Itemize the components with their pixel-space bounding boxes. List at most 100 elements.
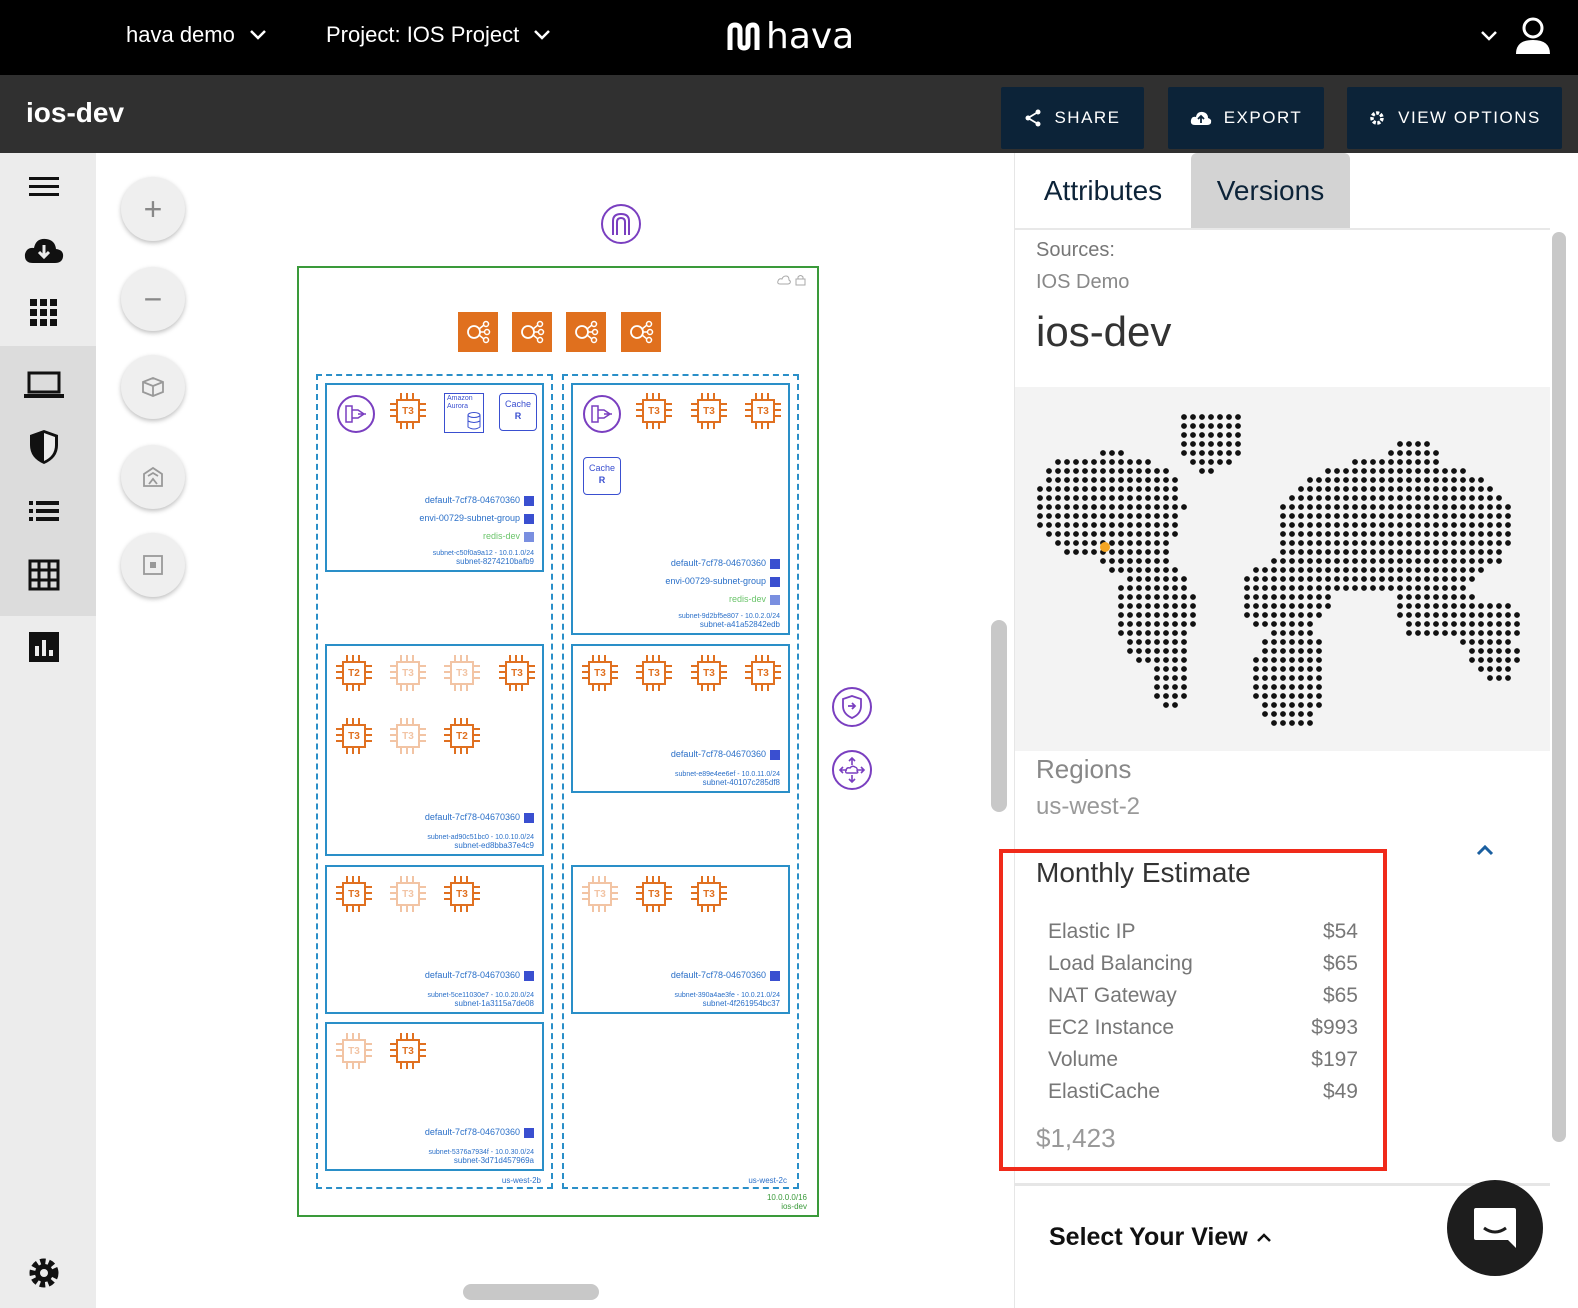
az-label: us-west-2b [501, 1176, 541, 1185]
user-icon[interactable] [1514, 16, 1552, 56]
security-group-row[interactable]: default-7cf78-04670360 [671, 558, 780, 569]
security-group-icon [524, 513, 534, 524]
nat-gateway-icon[interactable] [337, 395, 375, 433]
elasticache-icon[interactable]: Cache R [583, 457, 621, 495]
account-name: hava demo [126, 22, 235, 47]
ec2-instance-icon[interactable]: T3 [691, 876, 727, 912]
aurora-db-icon[interactable]: Amazon Aurora [444, 393, 484, 433]
shield-icon[interactable] [22, 425, 66, 469]
load-balancer-icon[interactable] [566, 312, 606, 352]
view-options-button[interactable]: VIEW OPTIONS [1347, 87, 1562, 149]
ec2-instance-icon[interactable]: T3 [336, 876, 372, 912]
ec2-instance-icon[interactable]: T2 [444, 718, 480, 754]
share-button[interactable]: SHARE [1001, 87, 1144, 149]
bar-chart-icon[interactable] [22, 625, 66, 669]
table-icon[interactable] [22, 553, 66, 597]
elasticache-icon[interactable]: Cache R [499, 393, 537, 431]
hava-logo-icon [727, 21, 760, 51]
ec2-instance-icon[interactable]: T3 [499, 655, 535, 691]
cache-r-label: R [598, 475, 606, 485]
ec2-instance-icon[interactable]: T3 [636, 876, 672, 912]
cloud-lock-icon [777, 275, 806, 286]
zoom-in-button[interactable]: + [121, 177, 185, 241]
tab-attributes[interactable]: Attributes [1015, 153, 1191, 228]
project-dropdown[interactable]: Project: IOS Project [326, 22, 551, 48]
ec2-instance-icon[interactable]: T3 [390, 393, 426, 429]
tab-label: Attributes [1043, 174, 1163, 206]
ec2-instance-icon[interactable]: T3 [582, 655, 618, 691]
share-label: SHARE [1054, 108, 1121, 127]
sg-label: default-7cf78-04670360 [670, 749, 766, 759]
ec2-instance-icon[interactable]: T3 [444, 655, 480, 691]
security-group-row[interactable]: envi-00729-subnet-group [665, 576, 780, 587]
ec2-instance-icon[interactable]: T3 [691, 393, 727, 429]
cloud-upload-icon [1190, 111, 1211, 125]
security-group-row[interactable]: default-7cf78-04670360 [425, 812, 534, 823]
sg-label: default-7cf78-04670360 [670, 558, 766, 568]
security-group-icon [524, 495, 534, 506]
ec2-instance-icon[interactable]: T3 [336, 718, 372, 754]
gear-icon[interactable] [22, 1251, 66, 1295]
fit-view-button[interactable] [121, 533, 185, 597]
left-nav [0, 153, 96, 1308]
expand-button[interactable] [121, 445, 185, 509]
cloud-download-icon[interactable] [22, 228, 66, 272]
panel-scrollbar[interactable] [1552, 232, 1566, 1142]
cache-r-label: R [514, 411, 522, 421]
ec2-instance-icon[interactable]: T3 [745, 655, 781, 691]
zoom-out-button[interactable]: − [121, 267, 185, 331]
ec2-instance-icon[interactable]: T2 [336, 655, 372, 691]
load-balancer-icon[interactable] [621, 312, 661, 352]
apps-grid-icon[interactable] [22, 291, 66, 335]
security-group-row[interactable]: redis-dev [483, 531, 534, 542]
security-group-row[interactable]: default-7cf78-04670360 [671, 749, 780, 760]
ec2-instance-icon[interactable]: T3 [390, 1033, 426, 1069]
security-group-row[interactable]: default-7cf78-04670360 [425, 495, 534, 506]
nat-gateway-icon[interactable] [583, 395, 621, 433]
account-dropdown[interactable]: hava demo [126, 22, 267, 48]
ec2-instance-icon[interactable]: T3 [636, 655, 672, 691]
hamburger-icon[interactable] [22, 165, 66, 209]
security-group-row[interactable]: default-7cf78-04670360 [671, 970, 780, 981]
world-map-dots [1037, 414, 1520, 726]
ec2-instance-icon[interactable]: T3 [336, 1033, 372, 1069]
ec2-instance-icon[interactable]: T3 [636, 393, 672, 429]
ec2-instance-icon[interactable]: T3 [582, 876, 618, 912]
3d-view-button[interactable] [121, 355, 185, 419]
chevron-up-icon[interactable] [1475, 843, 1495, 857]
vpc-name: ios-dev [781, 1202, 807, 1211]
load-balancer-icon[interactable] [512, 312, 552, 352]
security-group-icon [770, 749, 780, 760]
ec2-instance-icon[interactable]: T3 [390, 655, 426, 691]
security-group-row[interactable]: redis-dev [729, 594, 780, 605]
ec2-instance-icon[interactable]: T3 [444, 876, 480, 912]
sg-label: default-7cf78-04670360 [424, 1127, 520, 1137]
load-balancer-icon[interactable] [458, 312, 498, 352]
project-name: Project: IOS Project [326, 22, 520, 47]
ec2-instance-icon[interactable]: T3 [745, 393, 781, 429]
instance-type-label: T3 [396, 1039, 420, 1063]
list-icon[interactable] [22, 489, 66, 533]
security-group-row[interactable]: default-7cf78-04670360 [425, 1127, 534, 1138]
security-group-row[interactable]: envi-00729-subnet-group [419, 513, 534, 524]
ec2-instance-icon[interactable]: T3 [390, 718, 426, 754]
canvas-horizontal-scrollbar[interactable] [463, 1284, 599, 1300]
chevron-down-icon[interactable] [1480, 30, 1498, 42]
vpc-label: 10.0.0.0/16 ios-dev [767, 1193, 807, 1211]
vpn-gateway-icon[interactable] [832, 687, 872, 727]
canvas-vertical-scrollbar[interactable] [991, 620, 1007, 812]
instance-type-label: T3 [450, 882, 474, 906]
ec2-instance-icon[interactable]: T3 [691, 655, 727, 691]
security-group-row[interactable]: default-7cf78-04670360 [425, 970, 534, 981]
select-view-toggle[interactable]: Select Your View [1049, 1223, 1272, 1252]
instance-type-label: T3 [396, 724, 420, 748]
tab-versions[interactable]: Versions [1191, 153, 1350, 228]
laptop-icon[interactable] [22, 363, 66, 407]
ec2-instance-icon[interactable]: T3 [390, 876, 426, 912]
router-icon[interactable] [832, 750, 872, 790]
chat-launcher-button[interactable] [1447, 1180, 1543, 1276]
internet-gateway-icon[interactable] [601, 204, 641, 244]
subnet[interactable]: Amazon Aurora Cache R default-7cf78-0467… [325, 383, 544, 572]
export-button[interactable]: EXPORT [1168, 87, 1324, 149]
instance-type-label: T3 [342, 1039, 366, 1063]
